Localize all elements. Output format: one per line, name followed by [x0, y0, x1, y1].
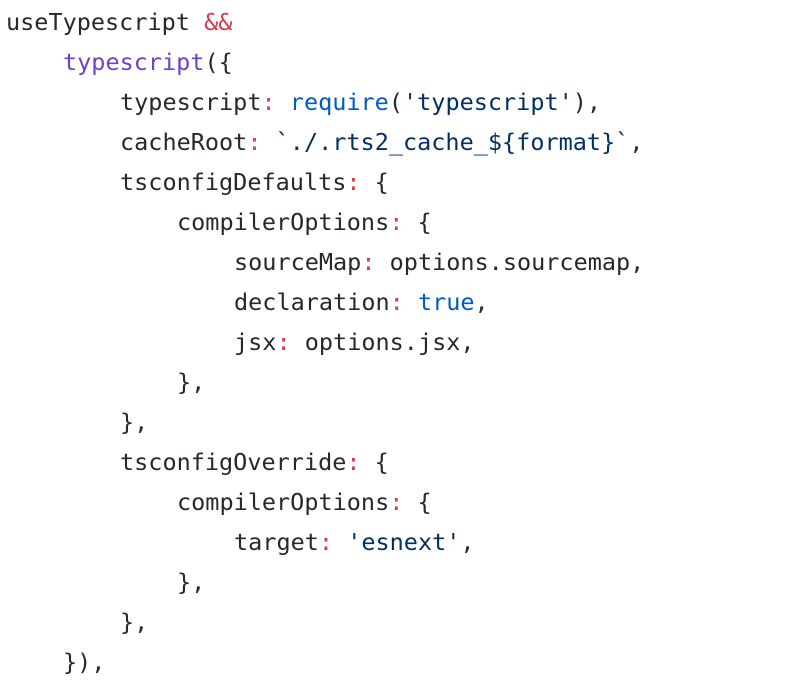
code-token-punct: ,: [629, 128, 644, 156]
code-token-default: useTypescript: [6, 8, 190, 36]
code-token-punct: ({: [204, 48, 233, 76]
code-line: compilerOptions: {: [0, 202, 792, 242]
code-token-default: compilerOptions: [177, 488, 390, 516]
code-token-builtin: require: [289, 88, 389, 116]
code-token-function: typescript: [63, 48, 205, 76]
code-token-default: target: [234, 528, 319, 556]
code-token-default: jsx: [234, 328, 277, 356]
code-token-default: cacheRoot: [120, 128, 248, 156]
code-token-default: options.jsx,: [290, 328, 475, 356]
code-token-punct: ,: [460, 528, 475, 556]
code-token-operator: :: [261, 88, 276, 116]
code-line: },: [0, 402, 792, 442]
code-token-default: compilerOptions: [177, 208, 390, 236]
code-token-punct: },: [120, 608, 149, 636]
code-line: compilerOptions: {: [0, 482, 792, 522]
code-token-punct: ),: [572, 88, 602, 116]
code-token-default: tsconfigDefaults: [120, 168, 347, 196]
code-token-default: sourceMap: [234, 248, 362, 276]
code-token-builtin: true: [417, 288, 475, 316]
code-block: useTypescript && typescript({typescript: …: [0, 0, 792, 678]
code-token-punct: ,: [474, 288, 489, 316]
code-token-punct: {: [403, 488, 432, 516]
code-line: jsx: options.jsx,: [0, 322, 792, 362]
code-token-punct: }),: [63, 648, 106, 676]
code-token-default: tsconfigOverride: [120, 448, 347, 476]
code-line: }),: [0, 642, 792, 682]
code-token-operator: :: [389, 288, 404, 316]
code-token-operator: &&: [204, 8, 233, 36]
code-token-operator: :: [346, 448, 361, 476]
code-token-punct: },: [177, 568, 206, 596]
code-token-punct: {: [360, 448, 389, 476]
code-token-default: [276, 88, 290, 116]
code-token-punct: {: [360, 168, 389, 196]
code-line: typescript: require('typescript'),: [0, 82, 792, 122]
code-line: },: [0, 362, 792, 402]
code-token-default: typescript: [120, 88, 262, 116]
code-line: },: [0, 602, 792, 642]
code-token-operator: :: [276, 328, 291, 356]
code-line: cacheRoot: `./.rts2_cache_${format}`,: [0, 122, 792, 162]
code-token-operator: :: [247, 128, 262, 156]
code-token-default: [262, 128, 276, 156]
code-token-default: [190, 8, 204, 36]
code-token-operator: :: [346, 168, 361, 196]
code-token-default: options.sourcemap,: [375, 248, 645, 276]
code-token-operator: :: [389, 208, 404, 236]
code-line: sourceMap: options.sourcemap,: [0, 242, 792, 282]
code-token-punct: (: [388, 88, 403, 116]
code-token-punct: {: [403, 208, 432, 236]
code-token-string: `./.rts2_cache_${format}`: [275, 128, 630, 156]
code-token-punct: },: [120, 408, 149, 436]
code-token-operator: :: [361, 248, 376, 276]
code-line: declaration: true,: [0, 282, 792, 322]
code-line: tsconfigOverride: {: [0, 442, 792, 482]
code-token-default: [404, 288, 418, 316]
code-token-default: declaration: [234, 288, 390, 316]
code-token-punct: },: [177, 368, 206, 396]
code-line: },: [0, 562, 792, 602]
code-line: useTypescript &&: [0, 2, 792, 42]
code-token-string: 'typescript': [403, 88, 573, 116]
code-line: tsconfigDefaults: {: [0, 162, 792, 202]
code-line: target: 'esnext',: [0, 522, 792, 562]
code-token-string: 'esnext': [347, 528, 461, 556]
code-token-operator: :: [389, 488, 404, 516]
code-token-default: [333, 528, 347, 556]
code-line: typescript({: [0, 42, 792, 82]
code-token-operator: :: [318, 528, 334, 556]
